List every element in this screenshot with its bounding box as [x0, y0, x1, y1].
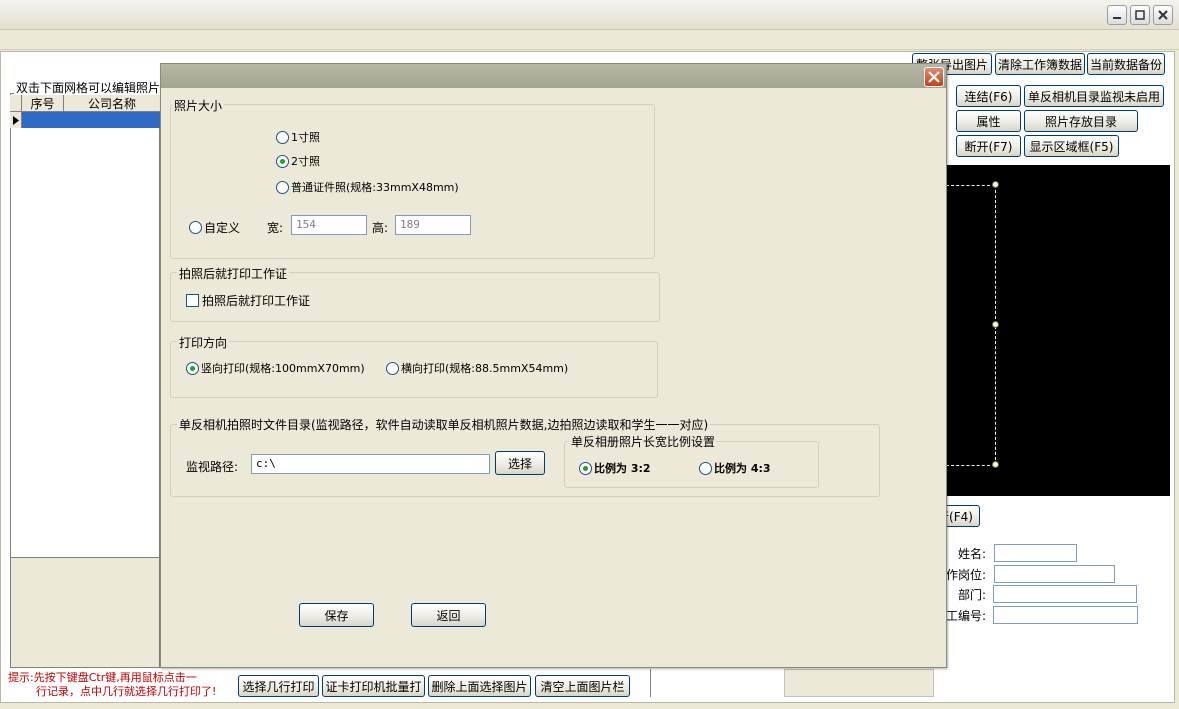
camera-preview[interactable] — [946, 165, 1170, 496]
clear-workbook-button[interactable]: 清除工作簿数据 — [995, 53, 1085, 75]
photo-grid[interactable] — [10, 93, 160, 558]
table-row[interactable] — [10, 112, 160, 128]
radio-dot — [276, 130, 289, 144]
height-label: 高: — [372, 221, 389, 235]
properties-button[interactable]: 属性 — [956, 110, 1021, 132]
department-input[interactable] — [993, 585, 1137, 603]
crop-frame-top — [946, 185, 995, 186]
radio-dot — [276, 180, 289, 194]
radio-dot-selected — [186, 361, 199, 375]
maximize-button[interactable] — [1130, 5, 1150, 25]
radio-dot — [386, 361, 399, 375]
choose-path-button[interactable]: 选择 — [495, 451, 545, 475]
dialog-title-bar[interactable] — [161, 64, 946, 88]
radio-standard-id-label: 普通证件照(规格:33mmX48mm) — [291, 181, 459, 194]
grid-header: 序号 公司名称 — [10, 95, 160, 112]
name-input[interactable] — [994, 544, 1077, 562]
selected-row-cells[interactable] — [22, 112, 160, 128]
radio-ratio-3-2-label: 比例为 3:2 — [594, 462, 651, 475]
print-after-checkbox[interactable]: 拍照后就打印工作证 — [186, 292, 310, 309]
employee-no-input[interactable] — [993, 606, 1138, 624]
position-input[interactable] — [994, 565, 1115, 583]
photo-directory-button[interactable]: 照片存放目录 — [1024, 110, 1138, 132]
backup-data-button[interactable]: 当前数据备份 — [1087, 53, 1165, 75]
grid-group-label: 双击下面网格可以编辑照片 — [14, 79, 163, 96]
radio-standard-id[interactable]: 普通证件照(规格:33mmX48mm) — [276, 179, 459, 195]
radio-ratio-4-3-label: 比例为 4:3 — [714, 462, 771, 475]
photo-size-legend: 照片大小 — [172, 97, 225, 114]
monitor-path-legend: 单反相机拍照时文件目录(监视路径，软件自动读取单反相机照片数据,边拍照边读取和学… — [177, 416, 711, 433]
minimize-icon — [1113, 17, 1121, 19]
grid-col-index[interactable]: 序号 — [22, 95, 64, 112]
grid-col-company[interactable]: 公司名称 — [64, 95, 160, 112]
radio-dot-selected — [276, 154, 289, 168]
radio-ratio-3-2[interactable]: 比例为 3:2 — [579, 460, 651, 476]
radio-portrait[interactable]: 竖向打印(规格:100mmX70mm) — [186, 360, 365, 376]
settings-dialog: 照片大小 1寸照 2寸照 普通证件照(规格:33mmX48mm) 自定义 宽: … — [160, 63, 947, 668]
monitor-path-input[interactable]: c:\ — [251, 454, 490, 474]
radio-dot-selected — [579, 461, 592, 475]
grid-bottom-panel — [10, 558, 160, 668]
radio-1inch[interactable]: 1寸照 — [276, 129, 320, 145]
print-direction-legend: 打印方向 — [177, 334, 230, 351]
radio-dot — [189, 221, 202, 234]
save-button[interactable]: 保存 — [299, 603, 374, 627]
minimize-button[interactable] — [1107, 5, 1127, 25]
delete-selected-button[interactable]: 删除上面选择图片 — [428, 675, 531, 697]
crop-handle-top[interactable] — [992, 181, 999, 188]
radio-landscape-label: 横向打印(规格:88.5mmX54mm) — [401, 362, 569, 375]
crop-handle-bottom[interactable] — [992, 461, 999, 468]
close-window-button[interactable] — [1153, 5, 1173, 25]
maximize-icon — [1135, 10, 1145, 20]
show-area-button[interactable]: 显示区域框(F5) — [1024, 135, 1119, 157]
grid-corner — [10, 95, 22, 112]
radio-custom-label: 自定义 — [204, 221, 241, 235]
hint-line-2: 行记录，点中几行就选择几行打印了! — [36, 685, 217, 698]
status-panel — [784, 669, 934, 697]
ratio-legend: 单反相册照片长宽比例设置 — [569, 433, 718, 450]
radio-1inch-label: 1寸照 — [291, 131, 320, 144]
connect-button[interactable]: 连结(F6) — [956, 85, 1021, 107]
radio-custom[interactable]: 自定义 — [189, 219, 240, 236]
disconnect-button[interactable]: 断开(F7) — [956, 135, 1021, 157]
radio-dot — [699, 461, 712, 475]
slr-monitor-button[interactable]: 单反相机目录监视未启用 — [1024, 85, 1164, 107]
divider — [650, 669, 651, 697]
main-title-bar — [0, 0, 1179, 30]
close-icon — [1158, 10, 1168, 20]
selection-hint: 提示:先按下键盘Ctr键,再用鼠标点击一 行记录，点中几行就选择几行打印了! — [8, 671, 238, 699]
radio-portrait-label: 竖向打印(规格:100mmX70mm) — [201, 362, 365, 375]
menu-strip — [0, 30, 1179, 50]
hint-line-1: 提示:先按下键盘Ctr键,再用鼠标点击一 — [8, 671, 197, 684]
print-after-checkbox-label: 拍照后就打印工作证 — [202, 294, 311, 308]
radio-ratio-4-3[interactable]: 比例为 4:3 — [699, 460, 771, 476]
radio-2inch[interactable]: 2寸照 — [276, 153, 320, 169]
checkbox-box — [186, 294, 199, 307]
print-after-legend: 拍照后就打印工作证 — [177, 265, 290, 282]
select-rows-print-button[interactable]: 选择几行打印 — [238, 675, 319, 697]
radio-2inch-label: 2寸照 — [291, 155, 320, 168]
clear-photos-button[interactable]: 清空上面图片栏 — [535, 675, 630, 697]
crop-handle-middle[interactable] — [992, 321, 999, 328]
width-input[interactable]: 154 — [291, 215, 367, 235]
height-input[interactable]: 189 — [395, 215, 471, 235]
monitor-path-label: 监视路径: — [186, 460, 239, 474]
crop-frame-bottom — [946, 465, 995, 466]
radio-landscape[interactable]: 横向打印(规格:88.5mmX54mm) — [386, 360, 568, 376]
dialog-close-button[interactable] — [924, 67, 944, 87]
close-icon — [928, 71, 940, 83]
back-button[interactable]: 返回 — [411, 603, 486, 627]
batch-print-button[interactable]: 证卡打印机批量打 — [322, 675, 425, 697]
width-label: 宽: — [267, 221, 284, 235]
row-indicator-icon — [10, 112, 22, 128]
